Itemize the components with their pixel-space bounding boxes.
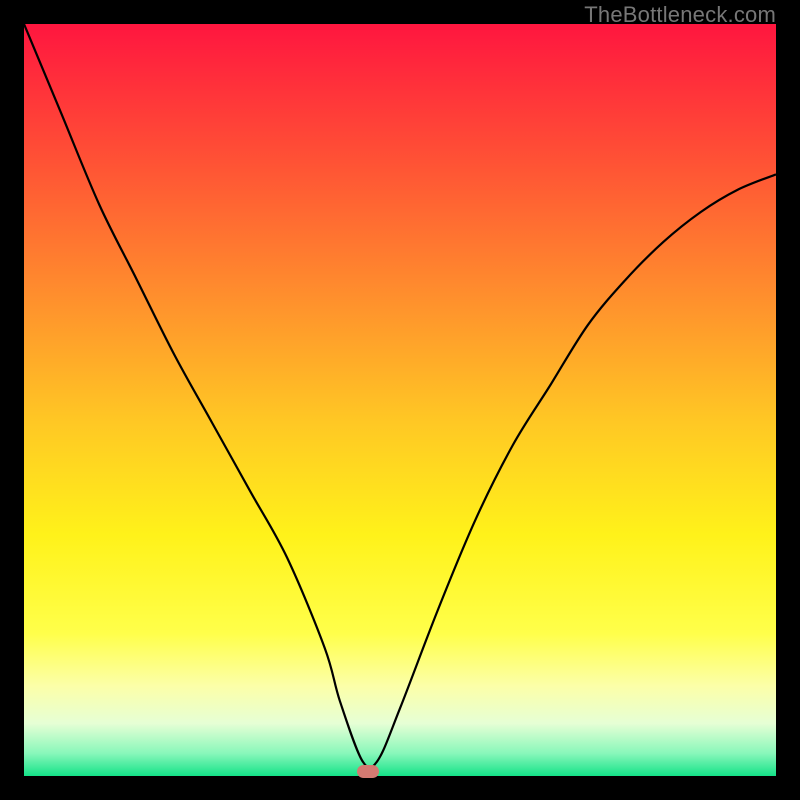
watermark-text: TheBottleneck.com bbox=[584, 2, 776, 28]
curve-path bbox=[24, 24, 776, 768]
plot-area bbox=[24, 24, 776, 776]
chart-frame: TheBottleneck.com bbox=[0, 0, 800, 800]
bottleneck-curve bbox=[24, 24, 776, 776]
min-marker bbox=[357, 765, 379, 778]
